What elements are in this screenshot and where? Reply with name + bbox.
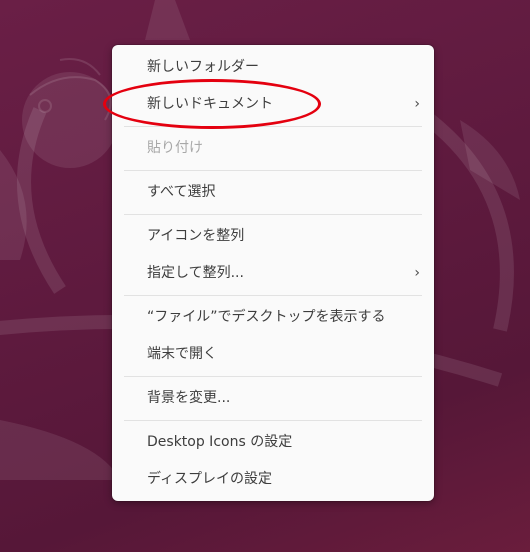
menu-item-label: 端末で開く: [147, 346, 217, 362]
menu-separator: [124, 420, 422, 421]
chevron-right-icon: ›: [414, 96, 420, 112]
menu-item-label: “ファイル”でデスクトップを表示する: [147, 309, 386, 325]
menu-item-arrange-icons[interactable]: アイコンを整列: [112, 218, 434, 255]
menu-item-new-document[interactable]: 新しいドキュメント ›: [112, 86, 434, 123]
menu-item-arrange-by[interactable]: 指定して整列... ›: [112, 255, 434, 292]
menu-item-select-all[interactable]: すべて選択: [112, 174, 434, 211]
menu-separator: [124, 376, 422, 377]
desktop-context-menu: 新しいフォルダー 新しいドキュメント › 貼り付け すべて選択 アイコンを整列 …: [112, 45, 434, 501]
menu-item-label: Desktop Icons の設定: [147, 434, 293, 450]
menu-separator: [124, 214, 422, 215]
menu-item-label: 指定して整列...: [147, 265, 244, 281]
menu-item-label: ディスプレイの設定: [147, 471, 273, 487]
menu-item-open-terminal[interactable]: 端末で開く: [112, 336, 434, 373]
menu-item-desktop-icons-settings[interactable]: Desktop Icons の設定: [112, 424, 434, 461]
menu-item-label: 新しいフォルダー: [147, 59, 259, 75]
menu-item-label: 新しいドキュメント: [147, 96, 273, 112]
menu-item-new-folder[interactable]: 新しいフォルダー: [112, 49, 434, 86]
menu-item-change-background[interactable]: 背景を変更...: [112, 380, 434, 417]
menu-item-show-desktop-in-files[interactable]: “ファイル”でデスクトップを表示する: [112, 299, 434, 336]
menu-item-display-settings[interactable]: ディスプレイの設定: [112, 461, 434, 498]
menu-item-paste: 貼り付け: [112, 130, 434, 167]
menu-separator: [124, 126, 422, 127]
menu-item-label: 貼り付け: [147, 140, 203, 156]
chevron-right-icon: ›: [414, 265, 420, 281]
menu-separator: [124, 295, 422, 296]
menu-item-label: 背景を変更...: [147, 390, 231, 406]
menu-separator: [124, 170, 422, 171]
menu-item-label: すべて選択: [147, 184, 216, 200]
menu-item-label: アイコンを整列: [147, 228, 245, 244]
